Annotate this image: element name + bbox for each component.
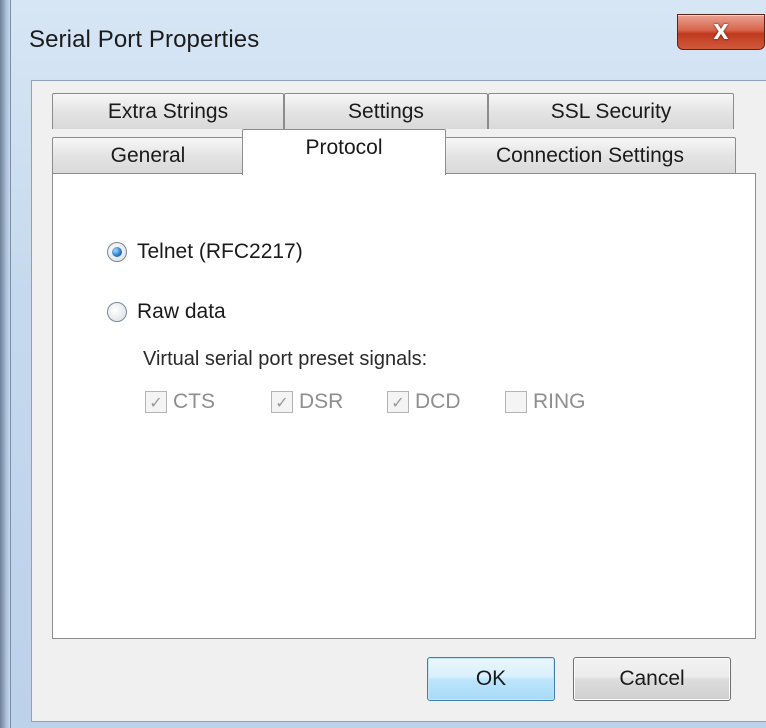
dialog-window: Serial Port Properties X Extra Strings S… — [10, 0, 766, 728]
radio-raw-data[interactable]: Raw data — [107, 300, 226, 324]
tab-settings[interactable]: Settings — [284, 93, 488, 129]
tab-label: Protocol — [305, 136, 383, 159]
radio-selected-dot — [112, 247, 122, 257]
tab-connection-settings[interactable]: Connection Settings — [444, 137, 736, 173]
tab-general[interactable]: General — [52, 137, 244, 173]
tab-label: General — [110, 143, 186, 167]
checkbox-unchecked-icon[interactable] — [505, 391, 527, 413]
close-button[interactable]: X — [677, 14, 765, 50]
protocol-tab-panel: Telnet (RFC2217) Raw data Virtual serial… — [52, 173, 756, 639]
radio-label: Raw data — [137, 300, 226, 323]
checkbox-label: DCD — [415, 390, 461, 413]
checkbox-checked-icon[interactable]: ✓ — [387, 391, 409, 413]
tab-ssl-security[interactable]: SSL Security — [488, 93, 734, 129]
checkbox-checked-icon[interactable]: ✓ — [271, 391, 293, 413]
radio-button[interactable] — [107, 242, 127, 262]
dialog-client-area: Extra Strings Settings SSL Security Gene… — [31, 80, 766, 722]
tab-extra-strings[interactable]: Extra Strings — [52, 93, 284, 129]
checkbox-label: CTS — [173, 390, 215, 413]
checkbox-label: RING — [533, 390, 586, 413]
radio-telnet[interactable]: Telnet (RFC2217) — [107, 240, 303, 264]
signals-group-label: Virtual serial port preset signals: — [143, 348, 428, 370]
checkbox-dsr[interactable]: ✓ DSR — [271, 390, 343, 414]
checkbox-ring[interactable]: RING — [505, 390, 586, 414]
window-left-edge — [0, 0, 10, 728]
checkbox-dcd[interactable]: ✓ DCD — [387, 390, 461, 414]
ok-button[interactable]: OK — [427, 657, 555, 701]
checkbox-checked-icon[interactable]: ✓ — [145, 391, 167, 413]
tab-protocol[interactable]: Protocol — [242, 129, 446, 175]
radio-button[interactable] — [107, 302, 127, 322]
close-icon: X — [713, 20, 729, 44]
tab-label: Extra Strings — [107, 99, 229, 123]
checkbox-cts[interactable]: ✓ CTS — [145, 390, 215, 414]
tab-label: Connection Settings — [496, 143, 684, 167]
cancel-button[interactable]: Cancel — [573, 657, 731, 701]
tab-label: SSL Security — [550, 99, 672, 123]
window-title: Serial Port Properties — [29, 26, 260, 53]
radio-label: Telnet (RFC2217) — [137, 240, 303, 263]
checkbox-label: DSR — [299, 390, 344, 413]
tab-label: Settings — [348, 99, 424, 123]
